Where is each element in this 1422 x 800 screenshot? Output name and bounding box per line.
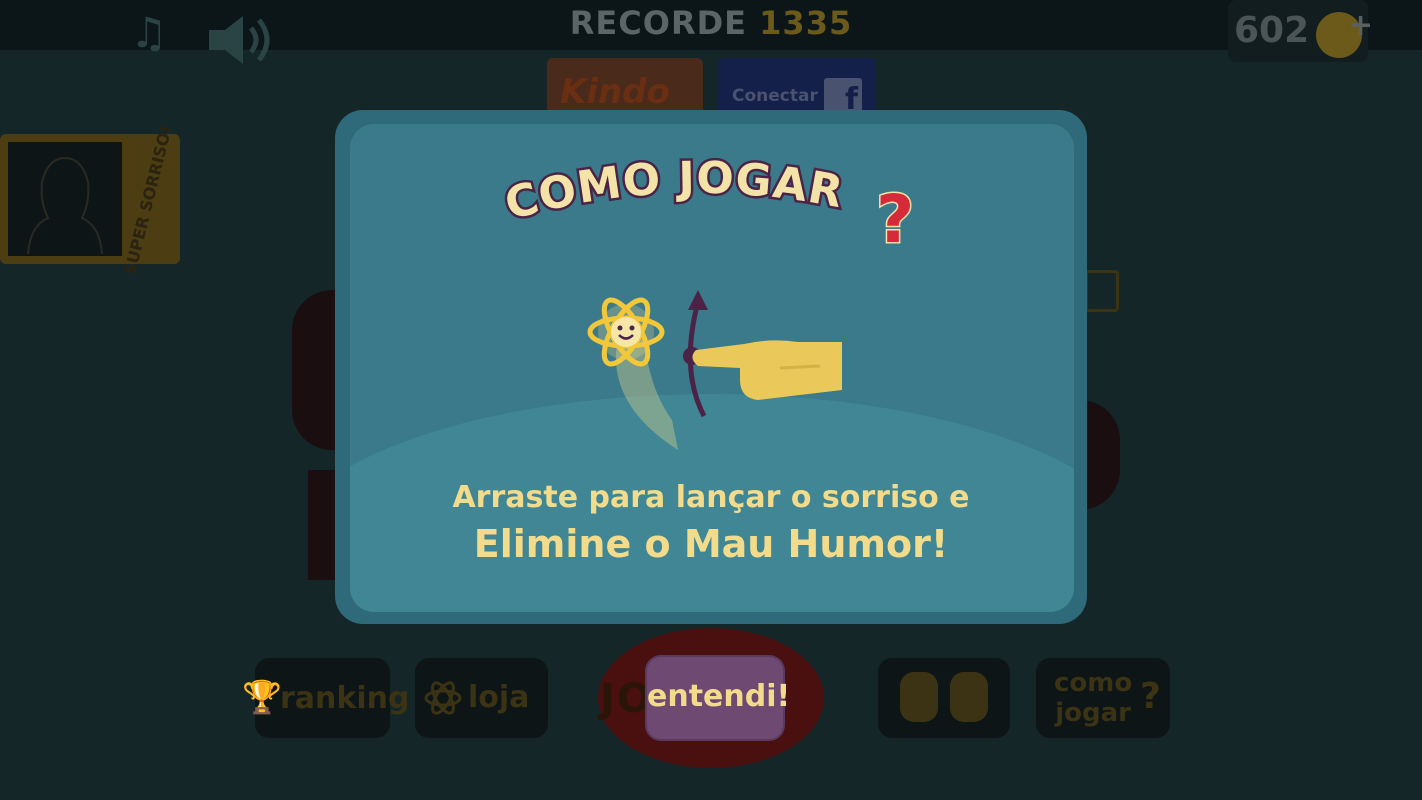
plus-icon[interactable]: +	[1348, 8, 1373, 43]
swipe-illustration	[587, 290, 842, 450]
record-value: 1335	[759, 4, 853, 42]
confirm-button-label: entendi!	[647, 679, 791, 714]
duo-characters-icon	[900, 672, 988, 722]
coins-value: 602	[1234, 10, 1310, 51]
modal-title-text: COMO JOGAR	[497, 150, 849, 233]
how-to-play-label-line1: como	[1054, 668, 1133, 698]
how-to-play-label-line2: jogar	[1055, 698, 1131, 728]
smile-atom-icon	[587, 297, 665, 367]
instruction-line-1: Arraste para lançar o sorriso e	[452, 480, 970, 515]
avatar	[8, 142, 122, 256]
question-mark-icon: ?	[876, 181, 914, 258]
dim-side-icon	[1085, 270, 1119, 312]
shop-label: loja	[468, 680, 530, 715]
atom-icon	[424, 681, 462, 715]
facebook-connect-label: Conectar	[732, 86, 818, 106]
ranking-label: ranking	[280, 681, 410, 716]
swipe-hand-icon	[692, 340, 842, 400]
how-to-play-label: como jogar	[1054, 668, 1132, 728]
avatar-silhouette-icon	[27, 156, 103, 255]
kindo-label: Kindo	[560, 72, 670, 112]
svg-text:COMO JOGAR: COMO JOGAR	[500, 153, 848, 231]
modal-title: COMO JOGAR ?	[497, 150, 916, 259]
record-display: RECORDE 1335	[0, 4, 1422, 42]
question-icon: ?	[1140, 676, 1161, 717]
instruction-line-2: Elimine o Mau Humor!	[473, 522, 949, 566]
record-label: RECORDE	[569, 4, 748, 42]
trophy-icon: 🏆	[242, 678, 282, 716]
